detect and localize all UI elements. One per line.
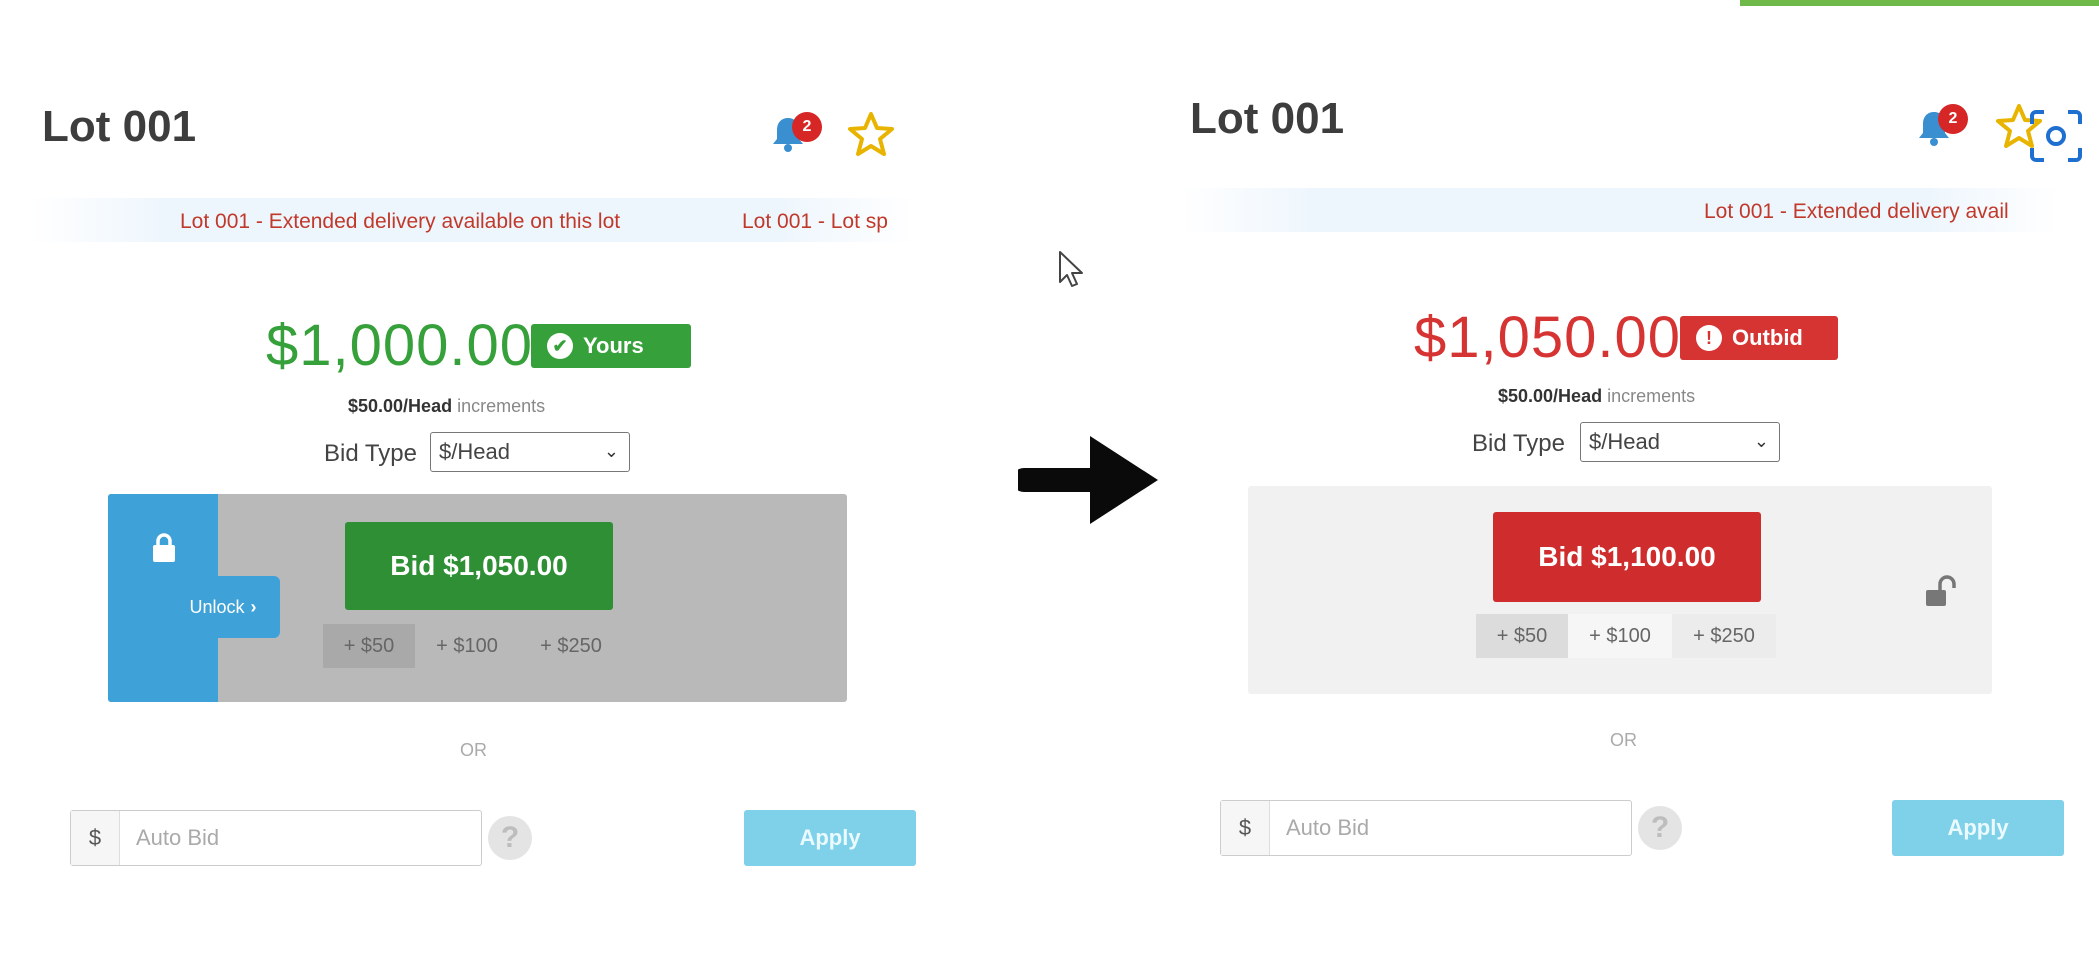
increment-amount: $50.00/Head [348,396,453,416]
check-circle-icon: ✔ [547,333,573,359]
chevron-down-icon: ⌄ [603,441,619,461]
autobid-input[interactable]: Auto Bid [1270,801,1631,855]
increments-text: $50.00/Head increments [1498,386,1695,407]
apply-button[interactable]: Apply [1892,800,2064,856]
unlocked-padlock-icon[interactable] [1922,572,1962,617]
or-divider: OR [460,740,487,760]
bid-type-select[interactable]: $/Head ⌄ [430,432,630,472]
chevron-right-icon: › [250,596,257,617]
currency-addon: $ [71,811,120,865]
current-bid-price: $1,050.00 [1414,305,1682,370]
status-label: Yours [583,333,644,358]
announcement-ticker: Lot 001 - Extended delivery avail [1180,188,2060,232]
star-icon[interactable] [846,110,896,160]
status-badge-yours: ✔ Yours [531,324,691,368]
increment-100-button[interactable]: + $100 [1568,614,1672,658]
before-panel: Lot 001 2 Lot 001 - Extended delivery av… [0,0,940,955]
bid-type-select[interactable]: $/Head ⌄ [1580,422,1780,462]
increment-50-button[interactable]: + $50 [1476,614,1568,658]
increment-suffix: increments [1602,386,1696,406]
increment-250-button[interactable]: + $250 [1672,614,1776,658]
ticker-message: Lot 001 - Extended delivery available on… [180,210,621,233]
announcement-ticker: Lot 001 - Extended delivery available on… [30,198,915,242]
increment-buttons: + $50 + $100 + $250 [1476,614,1776,658]
increment-amount: $50.00/Head [1498,386,1603,406]
notification-badge: 2 [1938,104,1968,134]
unlock-handle[interactable]: Unlock › [166,576,280,638]
bid-button[interactable]: Bid $1,100.00 [1493,512,1761,602]
bid-type-label: Bid Type [324,440,417,467]
help-icon[interactable]: ? [1638,806,1682,850]
after-panel: Lot 001 2 Lot 001 - Extended delivery av… [1160,0,2099,955]
lot-title: Lot 001 [1190,94,1345,143]
current-bid-price: $1,000.00 [266,313,534,378]
autobid-input[interactable]: Auto Bid [120,811,481,865]
autobid-field[interactable]: $ Auto Bid [70,810,482,866]
increment-suffix: increments [452,396,546,416]
mouse-cursor-icon [1056,250,1086,295]
lot-title: Lot 001 [42,102,197,151]
help-icon[interactable]: ? [488,816,532,860]
autobid-field[interactable]: $ Auto Bid [1220,800,1632,856]
lock-icon [150,532,178,569]
increment-50-button[interactable]: + $50 [323,624,415,668]
increment-buttons: + $50 + $100 + $250 [323,624,623,668]
bid-type-value: $/Head [1589,429,1660,454]
screenshot-focus-icon[interactable] [2028,108,2084,164]
bid-button[interactable]: Bid $1,050.00 [345,522,613,610]
currency-addon: $ [1221,801,1270,855]
status-badge-outbid: ! Outbid [1680,316,1838,360]
unlock-label: Unlock [189,596,245,617]
increments-text: $50.00/Head increments [348,396,545,417]
notification-badge: 2 [792,112,822,142]
chevron-down-icon: ⌄ [1753,431,1769,451]
or-divider: OR [1610,730,1637,750]
ticker-message: Lot 001 - Lot sp [742,210,888,233]
status-label: Outbid [1732,325,1803,350]
bid-type-value: $/Head [439,439,510,464]
ticker-message: Lot 001 - Extended delivery avail [1704,200,2009,223]
bid-type-label: Bid Type [1472,430,1565,457]
right-arrow-icon [1012,430,1164,535]
apply-button[interactable]: Apply [744,810,916,866]
increment-250-button[interactable]: + $250 [519,624,623,668]
alert-circle-icon: ! [1696,325,1722,351]
increment-100-button[interactable]: + $100 [415,624,519,668]
